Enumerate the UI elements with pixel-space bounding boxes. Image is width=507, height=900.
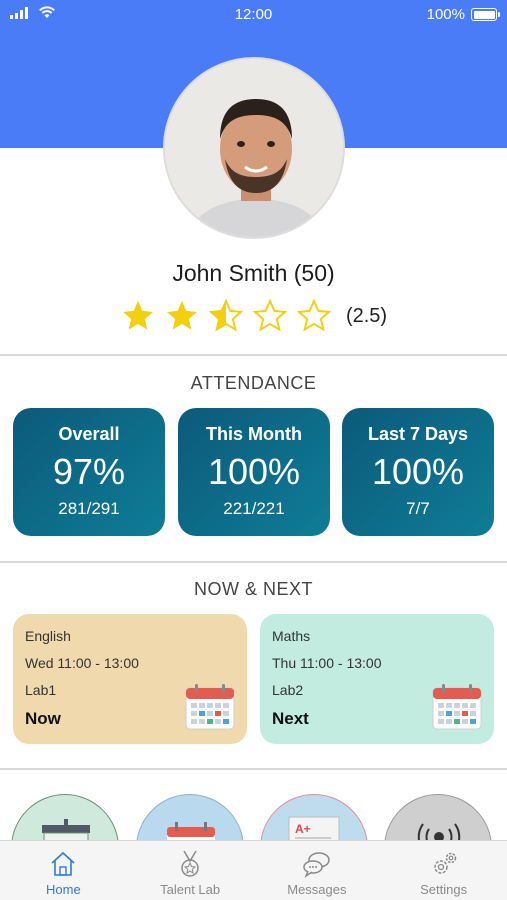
battery-percent: 100% (426, 6, 465, 23)
attendance-card-percent: 100% (207, 451, 301, 492)
tab-label: Settings (420, 882, 468, 897)
whiteboard-icon (42, 819, 90, 842)
whiteboard-shortcut[interactable] (11, 794, 119, 842)
attendance-card-label: Overall (58, 424, 120, 444)
profile-avatar[interactable] (163, 57, 345, 239)
calendar-icon (185, 684, 235, 730)
battery-icon (471, 8, 500, 21)
lesson-time: Wed 11:00 - 13:00 (25, 655, 139, 671)
tab-bar: Home Talent Lab Messages Settings (0, 840, 507, 900)
lesson-time: Thu 11:00 - 13:00 (272, 655, 382, 671)
star-rating: (2.5) (0, 298, 507, 334)
attendance-card-ratio: 221/221 (223, 499, 285, 518)
attendance-title: ATTENDANCE (190, 373, 317, 393)
tab-label: Messages (287, 882, 347, 897)
lesson-card-next[interactable]: Maths Thu 11:00 - 13:00 Lab2 Next (260, 614, 494, 744)
rating-value: (2.5) (345, 304, 388, 327)
divider (0, 561, 507, 563)
tab-home[interactable]: Home (0, 841, 127, 900)
tab-messages[interactable]: Messages (254, 841, 381, 900)
star-half-icon (208, 298, 244, 332)
calendar-shortcut[interactable] (136, 794, 244, 842)
attendance-card-overall[interactable]: Overall 97% 281/291 (13, 408, 165, 536)
svg-text:A+: A+ (295, 822, 311, 836)
tab-label: Home (46, 882, 81, 897)
divider (0, 354, 507, 356)
medal-icon (181, 850, 199, 877)
star-empty-icon (296, 298, 332, 332)
grade-report-icon: A+ (288, 816, 340, 842)
grades-shortcut[interactable]: A+ (260, 794, 368, 842)
lesson-subject: Maths (272, 628, 311, 644)
attendance-card-percent: 97% (52, 451, 126, 492)
tab-talent-lab[interactable]: Talent Lab (127, 841, 254, 900)
star-empty-icon (252, 298, 288, 332)
attendance-card-percent: 100% (371, 451, 465, 492)
home-icon (51, 851, 75, 876)
profile-name: John Smith (50) (172, 260, 335, 286)
gears-icon (433, 852, 456, 874)
attendance-card-this-month[interactable]: This Month 100% 221/221 (178, 408, 330, 536)
attendance-card-ratio: 7/7 (406, 499, 430, 518)
tab-label: Talent Lab (160, 882, 221, 897)
chat-icon (303, 852, 330, 878)
nfc-shortcut[interactable] (384, 794, 492, 842)
attendance-card-label: Last 7 Days (367, 424, 469, 444)
tab-settings[interactable]: Settings (380, 841, 507, 900)
attendance-card-label: This Month (206, 424, 302, 444)
attendance-card-last-7-days[interactable]: Last 7 Days 100% 7/7 (342, 408, 494, 536)
attendance-card-ratio: 281/291 (58, 499, 120, 518)
lesson-subject: English (25, 628, 71, 644)
shortcut-row: A+ (0, 794, 507, 842)
now-next-title: NOW & NEXT (193, 579, 313, 599)
calendar-icon (432, 684, 482, 730)
lesson-card-now[interactable]: English Wed 11:00 - 13:00 Lab1 Now (13, 614, 247, 744)
divider (0, 768, 507, 770)
calendar-icon (167, 822, 215, 842)
status-bar: 12:00 100% (0, 0, 507, 28)
star-filled-icon (166, 301, 197, 330)
nfc-reader-icon (417, 823, 461, 842)
star-filled-icon (122, 301, 153, 330)
